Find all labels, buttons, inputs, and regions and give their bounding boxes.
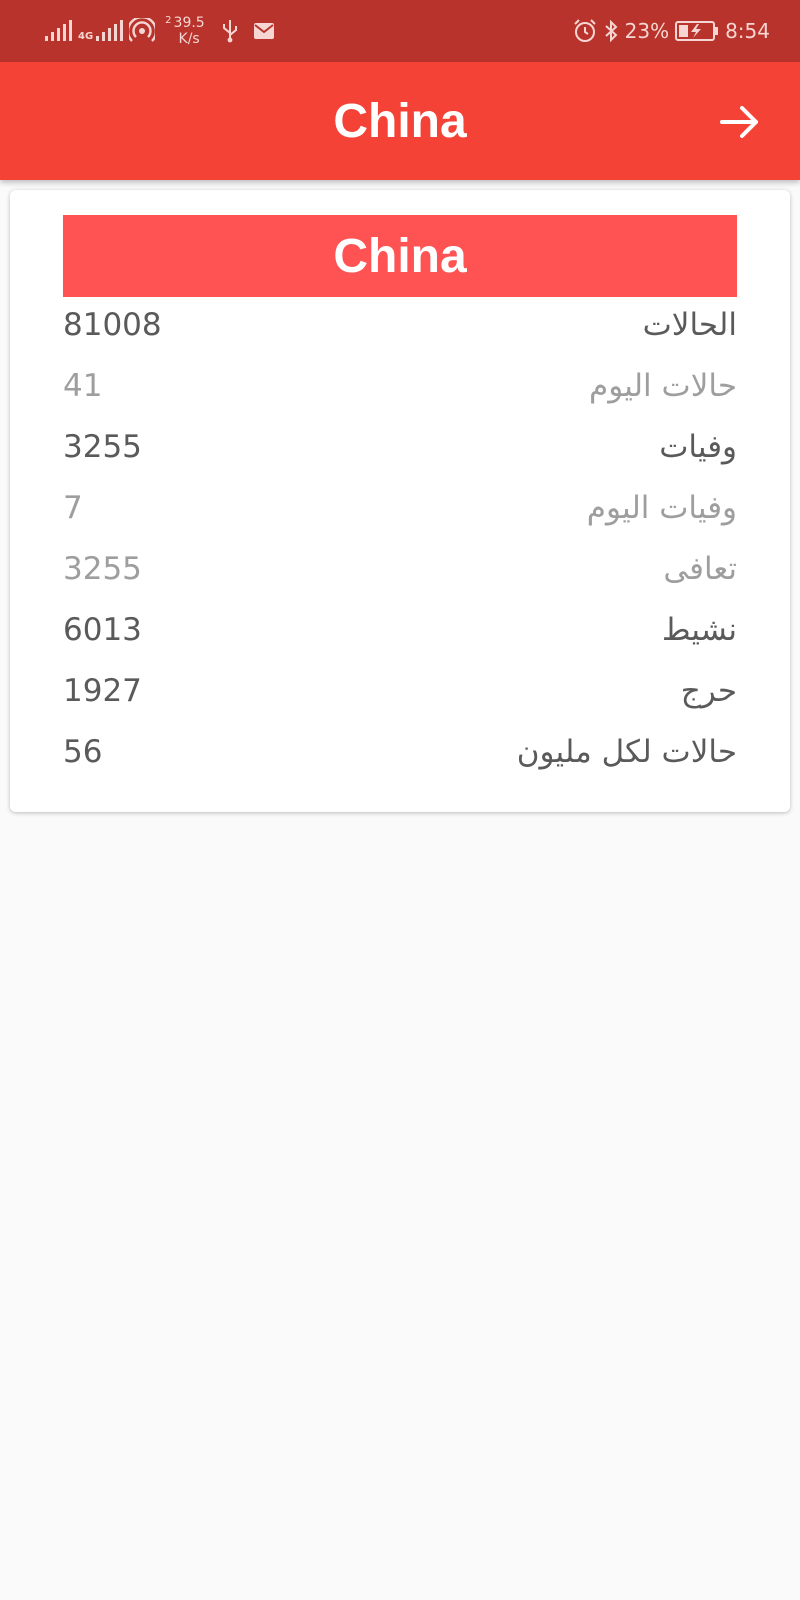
stat-label: نشيط: [661, 611, 737, 648]
mail-icon: [253, 23, 274, 39]
stat-value: 81008: [63, 306, 162, 343]
stat-row-deaths: 3255 وفيات: [63, 416, 737, 477]
stat-row-today-deaths: 7 وفيات اليوم: [63, 477, 737, 538]
country-stats-card: China 81008 الحالات 41 حالات اليوم 3255 …: [10, 190, 790, 812]
stat-value: 3255: [63, 428, 142, 465]
stat-value: 3255: [63, 550, 142, 587]
stat-label: حرج: [680, 672, 737, 709]
stat-value: 6013: [63, 611, 142, 648]
stat-row-today-cases: 41 حالات اليوم: [63, 355, 737, 416]
clock: 8:54: [725, 19, 770, 43]
status-right-icons: 23% 8:54: [573, 12, 770, 50]
stat-value: 56: [63, 733, 103, 770]
stat-label: وفيات اليوم: [586, 489, 737, 526]
stat-label: حالات لكل مليون: [516, 733, 737, 770]
bluetooth-icon: [604, 19, 618, 43]
stat-value: 41: [63, 367, 103, 404]
stat-row-recovered: 3255 تعافى: [63, 538, 737, 599]
stat-label: وفيات: [659, 428, 737, 465]
battery-charging-icon: [675, 21, 719, 41]
stat-label: تعافى: [663, 550, 737, 587]
hotspot-icon: [129, 18, 156, 42]
stat-row-cases: 81008 الحالات: [63, 294, 737, 355]
stat-row-active: 6013 نشيط: [63, 599, 737, 660]
card-title: China: [63, 215, 737, 297]
arrow-right-icon[interactable]: [718, 100, 762, 144]
signal-icon: [45, 20, 72, 41]
usb-icon: [222, 20, 237, 43]
battery-percent: 23%: [624, 19, 670, 43]
stat-label: حالات اليوم: [589, 367, 737, 404]
stat-label: الحالات: [642, 306, 737, 343]
network-type-icon: 4G: [78, 20, 124, 42]
page-title: China: [333, 94, 467, 148]
app-bar: China: [0, 62, 800, 180]
status-left-icons: 4G 2 39.5 K/s: [44, 12, 275, 50]
stat-value: 1927: [63, 672, 142, 709]
stat-row-cases-per-million: 56 حالات لكل مليون: [63, 721, 737, 782]
stat-value: 7: [63, 489, 83, 526]
alarm-icon: [573, 19, 596, 42]
network-speed: 2 39.5 K/s: [165, 15, 205, 47]
stat-row-critical: 1927 حرج: [63, 660, 737, 721]
status-bar: 4G 2 39.5 K/s 23% 8:54: [0, 0, 800, 62]
